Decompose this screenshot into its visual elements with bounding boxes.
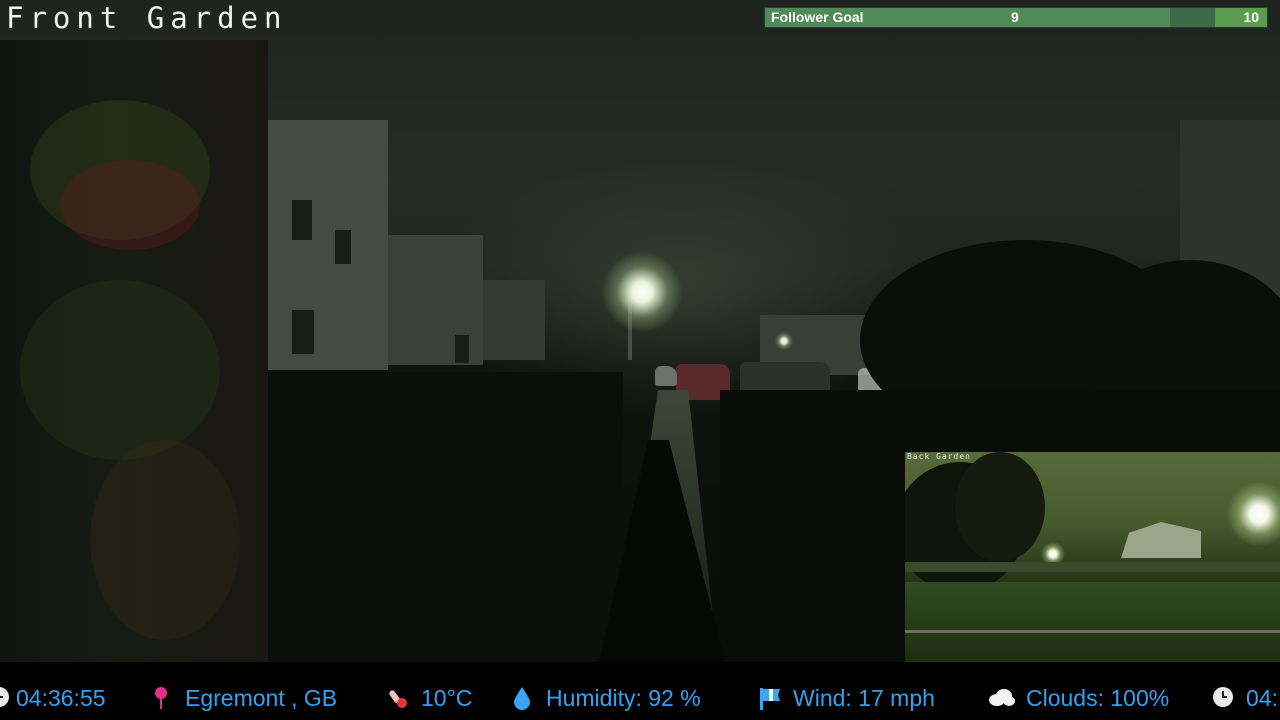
pip-fence-rail	[905, 630, 1280, 633]
house-window	[455, 335, 469, 363]
water-drop-icon	[512, 686, 534, 710]
pip-camera-title: Back Garden	[907, 452, 971, 461]
follower-goal-bar: Follower Goal 9 10	[764, 7, 1268, 28]
ticker-humidity: Humidity: 92 %	[546, 685, 701, 711]
camera-title: Front Garden	[6, 1, 288, 35]
house-window	[292, 310, 314, 354]
pip-shed	[1121, 522, 1201, 558]
front-hedge	[268, 372, 623, 662]
follower-goal-target: 10	[1243, 9, 1259, 25]
distant-light	[775, 332, 793, 350]
back-garden-camera-feed: Back Garden	[904, 451, 1280, 663]
ticker-wind: Wind: 17 mph	[793, 685, 935, 711]
house-far	[483, 280, 545, 360]
graffiti-wall	[0, 40, 268, 662]
windsock-icon	[758, 686, 780, 710]
parked-car	[655, 366, 677, 386]
ticker-time: 04:36:55	[16, 685, 106, 711]
location-pin-icon	[152, 686, 174, 709]
pip-lawn	[905, 582, 1280, 663]
house-window	[292, 200, 312, 240]
house-window	[335, 230, 351, 264]
thermometer-icon	[386, 686, 408, 708]
ticker-clouds: Clouds: 100%	[1026, 685, 1170, 711]
weather-ticker: 04:36:55 Egremont , GB 10°C Humidity: 92…	[0, 662, 1280, 720]
street-lamp-light	[602, 252, 682, 332]
follower-goal-label: Follower Goal	[771, 9, 864, 25]
ticker-location: Egremont , GB	[185, 685, 338, 711]
follower-goal-current: 9	[1011, 9, 1019, 25]
pip-fence	[905, 562, 1280, 572]
ticker-temperature: 10°C	[421, 685, 473, 711]
house-left	[268, 120, 388, 370]
clock-icon	[0, 686, 10, 708]
cloud-icon	[988, 686, 1016, 708]
clock-icon	[1212, 686, 1234, 708]
follower-goal-target-box	[1215, 8, 1267, 27]
pip-floodlight	[1227, 482, 1280, 546]
pip-tree	[955, 452, 1045, 562]
ticker-time-repeat: 04:	[1246, 685, 1278, 711]
